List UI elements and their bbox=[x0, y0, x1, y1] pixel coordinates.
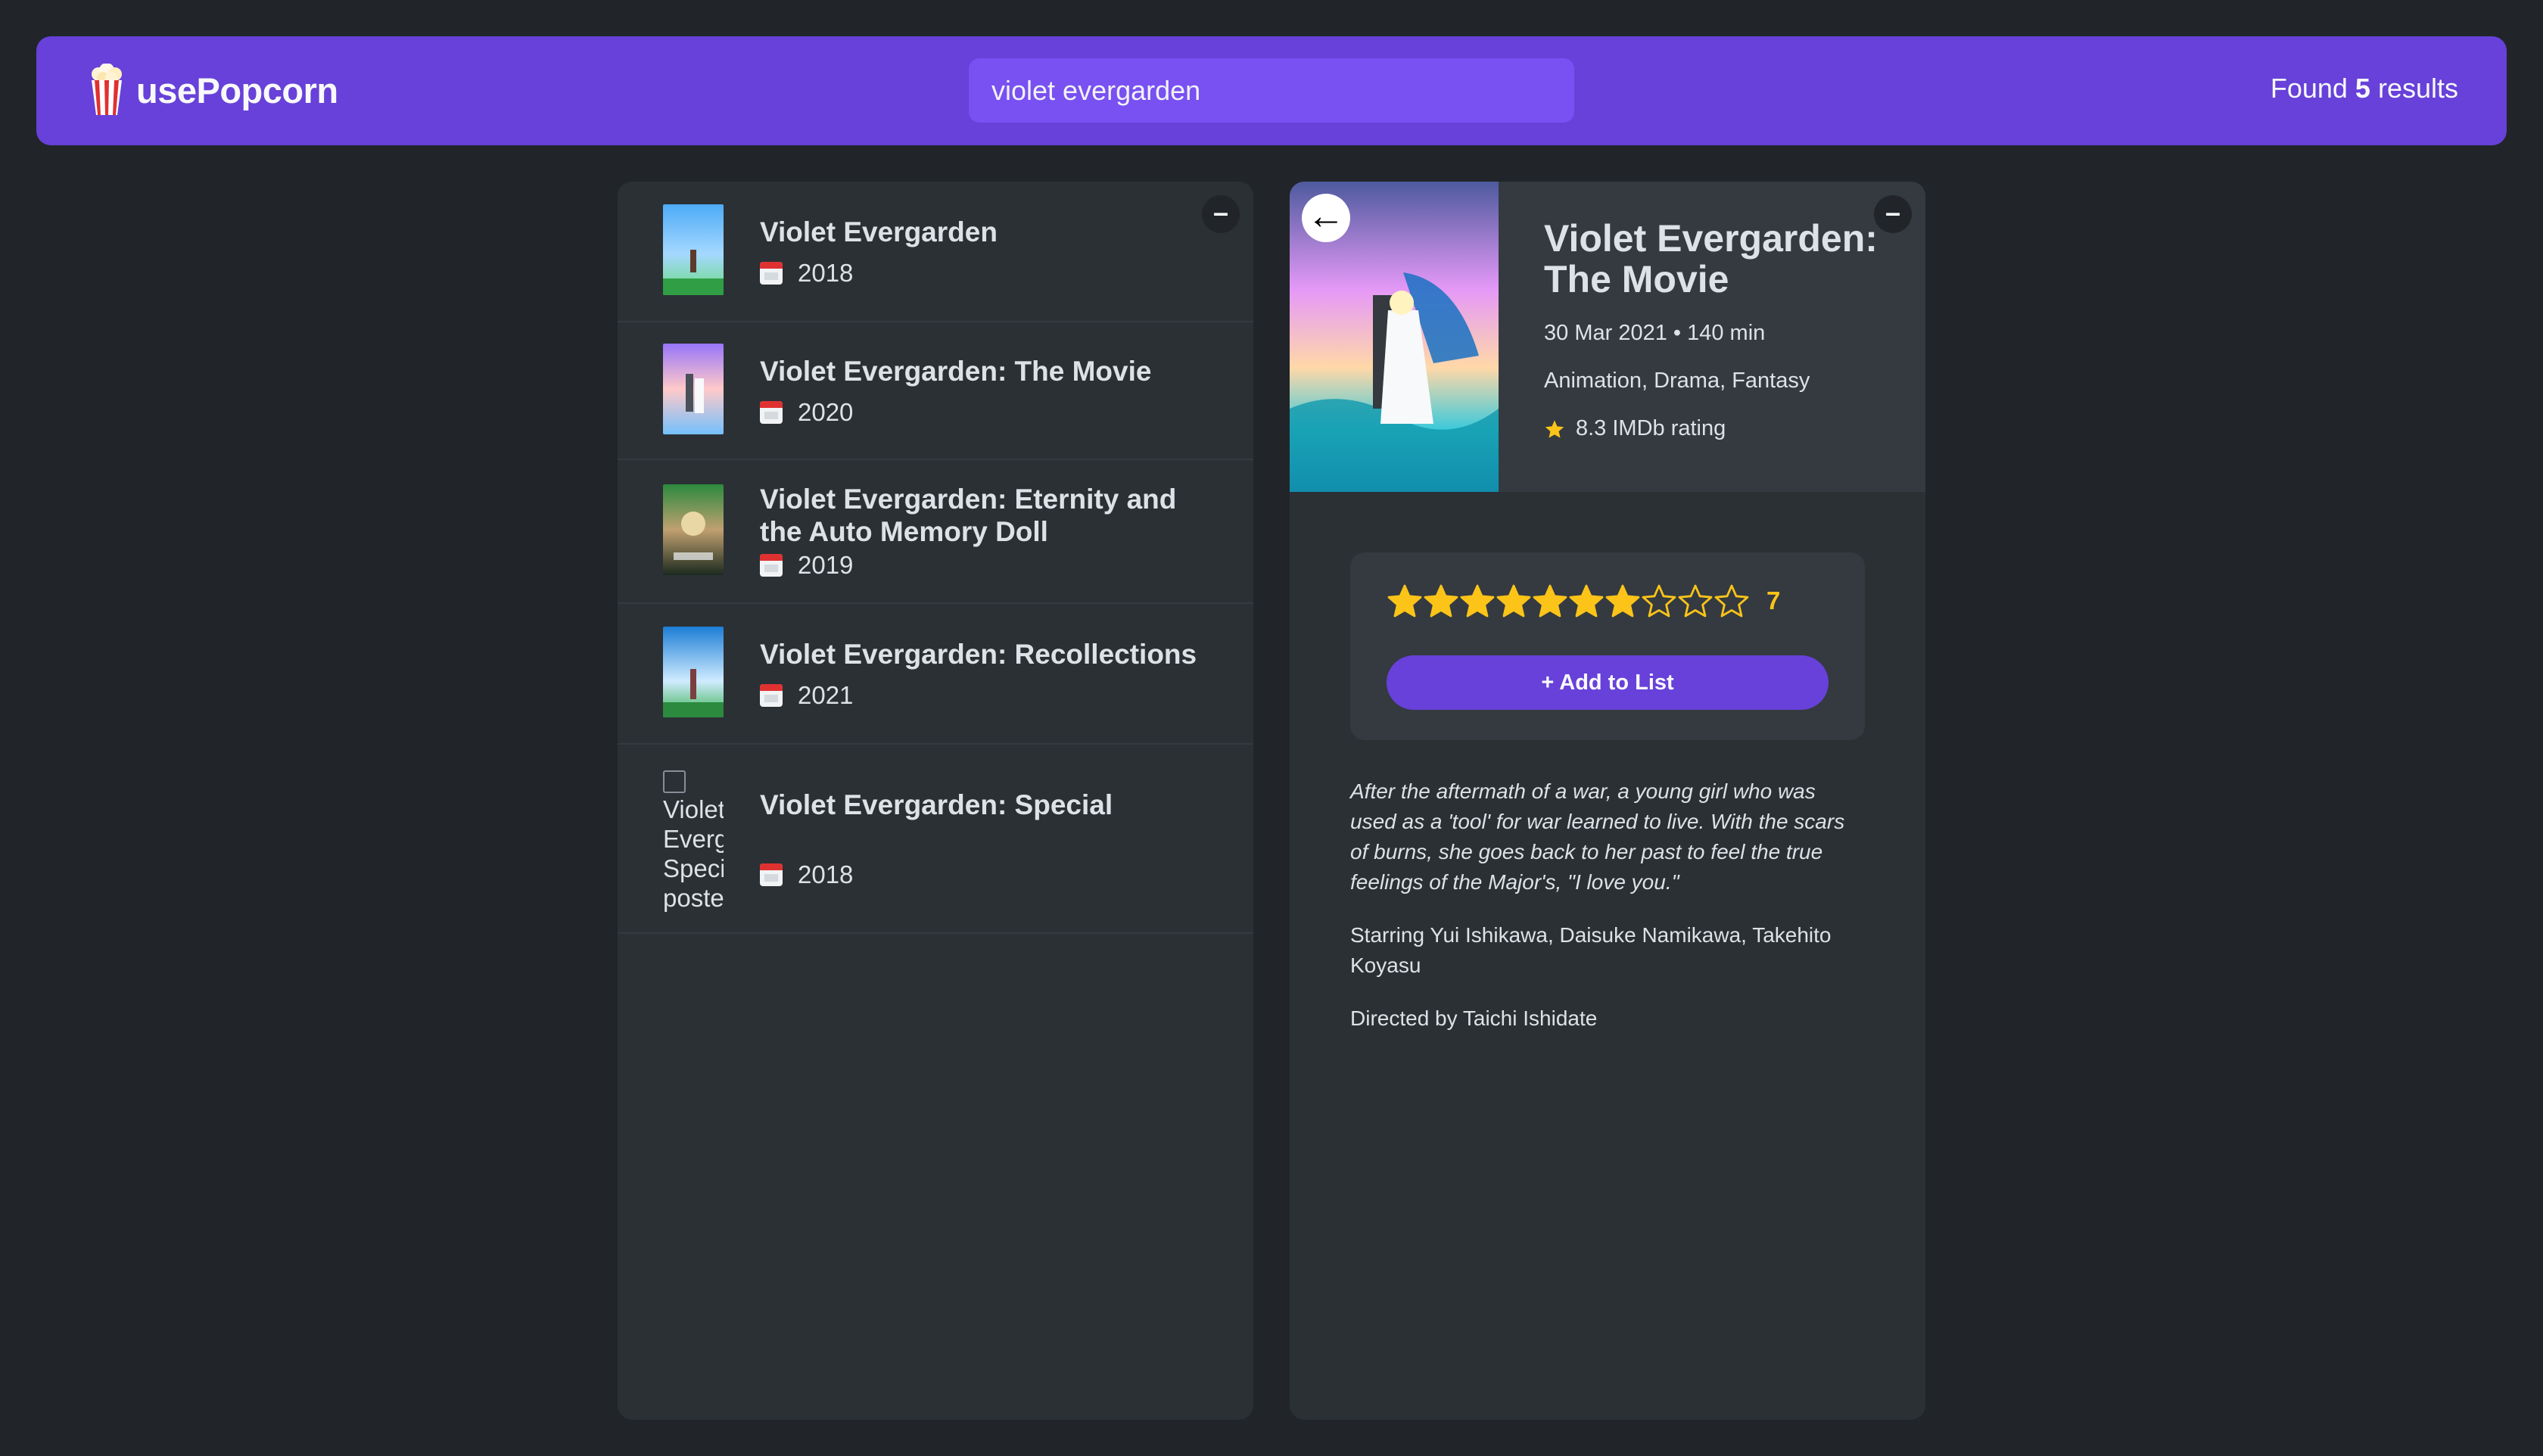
movie-details-box: – ← Violet Evergarden: The Movie 30 Mar … bbox=[1290, 182, 1925, 1420]
genres: Animation, Drama, Fantasy bbox=[1544, 369, 1810, 393]
rating-panel: 7 + Add to List bbox=[1350, 552, 1865, 740]
movie-poster bbox=[663, 484, 724, 579]
details-poster: ← bbox=[1290, 182, 1499, 492]
movie-title: Violet Evergarden: Special bbox=[760, 789, 1113, 820]
movie-list-item[interactable]: Violet Evergarden 2018 bbox=[618, 182, 1253, 322]
movie-year: 2018 bbox=[798, 860, 854, 888]
movie-list-item[interactable]: Violet Evergarden: Eternity and the Auto… bbox=[618, 460, 1253, 604]
star-empty-icon[interactable] bbox=[1713, 583, 1750, 619]
results-suffix: results bbox=[2377, 73, 2458, 104]
logo: usePopcorn bbox=[88, 64, 338, 117]
results-number: 5 bbox=[2355, 73, 2370, 104]
movie-list-item[interactable]: Violet Everg Speci poste Violet Evergarden:… bbox=[618, 745, 1253, 934]
details-title: Violet Evergarden: The Movie bbox=[1544, 217, 1878, 300]
movie-title: Violet Evergarden: Recollections bbox=[760, 638, 1197, 670]
back-button[interactable]: ← bbox=[1302, 194, 1350, 242]
star-filled-icon[interactable] bbox=[1459, 583, 1496, 619]
star-filled-icon[interactable] bbox=[1605, 583, 1641, 619]
star-filled-icon[interactable] bbox=[1423, 583, 1459, 619]
star-rating[interactable]: 7 bbox=[1387, 583, 1780, 619]
results-prefix: Found bbox=[2270, 73, 2348, 104]
star-filled-icon[interactable] bbox=[1387, 583, 1423, 619]
movie-year: 2021 bbox=[798, 680, 854, 709]
synopsis: After the aftermath of a war, a young gi… bbox=[1350, 776, 1865, 1056]
collapse-details-button[interactable]: – bbox=[1874, 195, 1912, 233]
movie-list: Violet Evergarden 2018 Violet Evergarden… bbox=[618, 182, 1253, 934]
movie-list-item[interactable]: Violet Evergarden: The Movie 2020 bbox=[618, 322, 1253, 460]
results-count: Found 5 results bbox=[2271, 73, 2458, 104]
movie-year: 2018 bbox=[798, 258, 854, 287]
starring: Starring Yui Ishikawa, Daisuke Namikawa,… bbox=[1350, 923, 1832, 977]
movie-poster bbox=[663, 626, 724, 721]
imdb-rating: 8.3 IMDb rating bbox=[1544, 416, 1880, 441]
star-filled-icon[interactable] bbox=[1496, 583, 1532, 619]
star-filled-icon[interactable] bbox=[1568, 583, 1605, 619]
calendar-icon bbox=[760, 261, 783, 285]
release-runtime: 30 Mar 2021 • 140 min bbox=[1544, 321, 1766, 345]
add-to-list-button[interactable]: + Add to List bbox=[1387, 655, 1829, 710]
collapse-list-button[interactable]: – bbox=[1202, 195, 1240, 233]
star-icon bbox=[1545, 419, 1564, 438]
movie-title: Violet Evergarden bbox=[760, 216, 998, 247]
user-rating-value: 7 bbox=[1766, 586, 1781, 614]
star-empty-icon[interactable] bbox=[1677, 583, 1713, 619]
app-name: usePopcorn bbox=[136, 70, 338, 110]
calendar-icon bbox=[760, 863, 783, 886]
directed-by: Directed by Taichi Ishidate bbox=[1350, 1006, 1598, 1030]
movie-year: 2019 bbox=[798, 551, 854, 579]
plot: After the aftermath of a war, a young gi… bbox=[1350, 779, 1845, 894]
poster-alt-text: Violet Everg Speci poste bbox=[663, 765, 724, 913]
imdb-rating-text: 8.3 IMDb rating bbox=[1576, 416, 1726, 440]
popcorn-icon bbox=[92, 64, 122, 115]
movie-title: Violet Evergarden: The Movie bbox=[760, 355, 1152, 387]
details-header: ← Violet Evergarden: The Movie 30 Mar 20… bbox=[1290, 182, 1925, 492]
movie-poster-missing: Violet Everg Speci poste bbox=[663, 765, 724, 913]
movie-year: 2020 bbox=[798, 397, 854, 426]
movie-list-box: – Violet Evergarden 2018 Violet Evergard… bbox=[618, 182, 1253, 1420]
movie-poster bbox=[663, 343, 724, 438]
star-filled-icon[interactable] bbox=[1532, 583, 1568, 619]
details-overview: Violet Evergarden: The Movie 30 Mar 2021… bbox=[1499, 182, 1925, 492]
movie-list-item[interactable]: Violet Evergarden: Recollections 2021 bbox=[618, 604, 1253, 745]
star-empty-icon[interactable] bbox=[1641, 583, 1677, 619]
movie-poster bbox=[663, 204, 724, 299]
search-input[interactable] bbox=[969, 58, 1574, 123]
calendar-icon bbox=[760, 683, 783, 707]
movie-title: Violet Evergarden: Eternity and the Auto… bbox=[760, 484, 1177, 547]
calendar-icon bbox=[760, 554, 783, 577]
calendar-icon bbox=[760, 400, 783, 424]
nav-bar: usePopcorn Found 5 results bbox=[36, 36, 2507, 145]
broken-image-icon bbox=[663, 770, 686, 793]
